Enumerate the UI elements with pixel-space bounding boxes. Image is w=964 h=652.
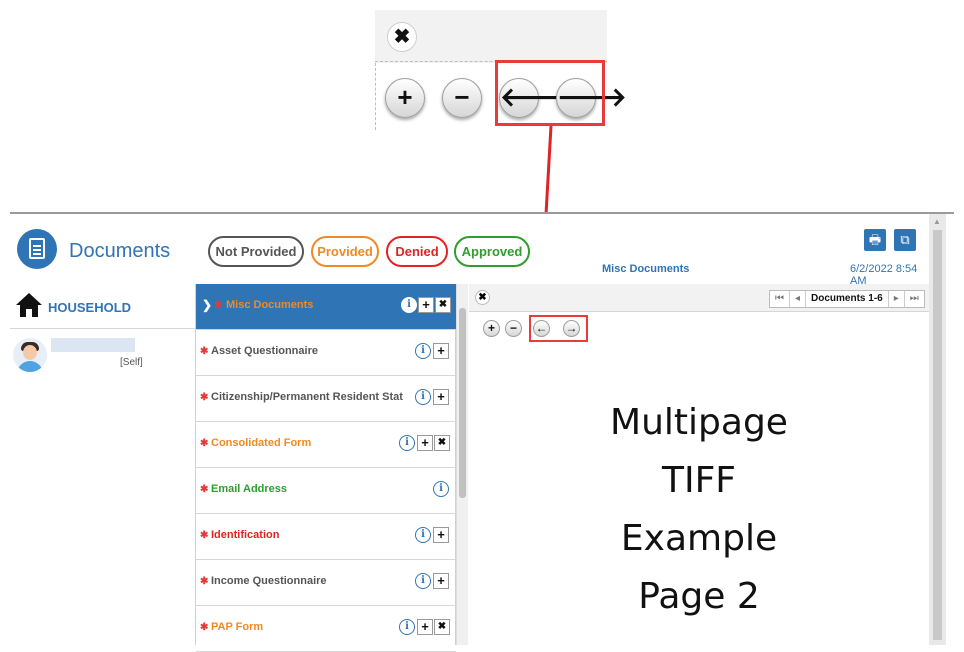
copy-button[interactable]: ⧉ xyxy=(894,229,916,251)
remove-button[interactable]: ✖ xyxy=(435,297,451,313)
required-icon: ✱ xyxy=(214,300,223,311)
list-item-pap-form[interactable]: ✱ PAP Form i + ✖ xyxy=(196,606,456,652)
documents-app: Documents Not Provided Provided Denied A… xyxy=(10,212,954,652)
required-icon: ✱ xyxy=(200,576,209,587)
document-label: PAP Form xyxy=(211,621,264,633)
list-item-misc-documents[interactable]: ❯ ✱ Misc Documents i + ✖ xyxy=(196,284,456,330)
add-button[interactable]: + xyxy=(433,527,449,543)
status-pill-provided[interactable]: Provided xyxy=(311,236,379,267)
add-button[interactable]: + xyxy=(433,573,449,589)
list-item-email-address[interactable]: ✱ Email Address i xyxy=(196,468,456,514)
viewer-toolbar: ✖ ⏮ ◂ Documents 1-6 ▸ ⏭ xyxy=(469,284,929,312)
document-label: Asset Questionnaire xyxy=(211,345,318,357)
info-icon[interactable]: i xyxy=(401,297,417,313)
add-button[interactable]: + xyxy=(418,297,434,313)
info-icon[interactable]: i xyxy=(415,527,431,543)
required-icon: ✱ xyxy=(200,484,209,495)
chevron-right-icon: ❯ xyxy=(202,298,213,312)
list-item-identification[interactable]: ✱ Identification i + xyxy=(196,514,456,560)
copy-icon: ⧉ xyxy=(900,232,910,247)
document-label: Misc Documents xyxy=(226,299,314,311)
current-document-label: Misc Documents xyxy=(602,263,690,275)
header: Documents Not Provided Provided Denied A… xyxy=(10,214,930,287)
required-icon: ✱ xyxy=(200,438,209,449)
document-label: Income Questionnaire xyxy=(211,575,327,587)
info-icon[interactable]: i xyxy=(433,481,449,497)
info-icon[interactable]: i xyxy=(399,435,415,451)
print-button[interactable]: 🖶 xyxy=(864,229,886,251)
list-item-income-questionnaire[interactable]: ✱ Income Questionnaire i + xyxy=(196,560,456,606)
page-text-line: Page 2 xyxy=(638,576,760,617)
required-icon: ✱ xyxy=(200,530,209,541)
status-pill-denied[interactable]: Denied xyxy=(386,236,448,267)
viewer-zoom-out-button[interactable]: − xyxy=(505,320,522,337)
document-list: ❯ ✱ Misc Documents i + ✖ ✱ Asset Questio… xyxy=(196,284,456,652)
document-label: Email Address xyxy=(211,483,288,495)
next-page-icon[interactable]: ▸ xyxy=(889,291,905,307)
required-icon: ✱ xyxy=(200,346,209,357)
last-page-icon[interactable]: ⏭ xyxy=(905,291,924,307)
list-item-citizenship[interactable]: ✱ Citizenship/Permanent Resident Stat i … xyxy=(196,376,456,422)
status-pill-not-provided[interactable]: Not Provided xyxy=(208,236,304,267)
list-item-consolidated-form[interactable]: ✱ Consolidated Form i + ✖ xyxy=(196,422,456,468)
document-viewer: ✖ ⏮ ◂ Documents 1-6 ▸ ⏭ + − ← → Multipage TI… xyxy=(469,284,929,645)
add-button[interactable]: + xyxy=(417,619,433,635)
required-icon: ✱ xyxy=(200,392,209,403)
print-icon: 🖶 xyxy=(868,232,882,247)
document-label: Citizenship/Permanent Resident Stat xyxy=(211,391,403,403)
household-panel: HOUSEHOLD [Self] xyxy=(10,284,196,645)
pager-label: Documents 1-6 xyxy=(806,291,889,307)
document-icon xyxy=(17,229,57,269)
household-label: HOUSEHOLD xyxy=(48,300,132,315)
pager: ⏮ ◂ Documents 1-6 ▸ ⏭ xyxy=(769,290,925,308)
add-button[interactable]: + xyxy=(433,343,449,359)
info-icon[interactable]: i xyxy=(415,573,431,589)
avatar[interactable] xyxy=(13,338,47,372)
household-header[interactable]: HOUSEHOLD xyxy=(10,284,196,329)
page-text-line: Multipage xyxy=(610,402,788,443)
prev-page-icon[interactable]: ◂ xyxy=(790,291,807,307)
page-text-line: Example xyxy=(620,518,778,559)
document-label: Identification xyxy=(211,529,280,541)
close-viewer-icon[interactable]: ✖ xyxy=(475,290,490,305)
page-title: Documents xyxy=(69,240,171,262)
status-pill-approved[interactable]: Approved xyxy=(454,236,530,267)
house-icon xyxy=(16,293,42,317)
viewer-zoom-in-button[interactable]: + xyxy=(483,320,500,337)
list-item-asset-questionnaire[interactable]: ✱ Asset Questionnaire i + xyxy=(196,330,456,376)
member-name-redacted xyxy=(51,338,135,352)
document-list-scrollbar[interactable] xyxy=(456,284,468,645)
add-button[interactable]: + xyxy=(417,435,433,451)
first-page-icon[interactable]: ⏮ xyxy=(770,291,790,307)
main-scrollbar[interactable]: ▲ xyxy=(929,214,946,645)
add-button[interactable]: + xyxy=(433,389,449,405)
info-icon[interactable]: i xyxy=(415,389,431,405)
required-icon: ✱ xyxy=(200,622,209,633)
remove-button[interactable]: ✖ xyxy=(434,619,450,635)
info-icon[interactable]: i xyxy=(415,343,431,359)
page-text-line: TIFF xyxy=(661,460,737,501)
document-label: Consolidated Form xyxy=(211,437,312,449)
remove-button[interactable]: ✖ xyxy=(434,435,450,451)
viewer-toolbar-highlight xyxy=(529,315,588,342)
info-icon[interactable]: i xyxy=(399,619,415,635)
member-role: [Self] xyxy=(120,357,143,368)
